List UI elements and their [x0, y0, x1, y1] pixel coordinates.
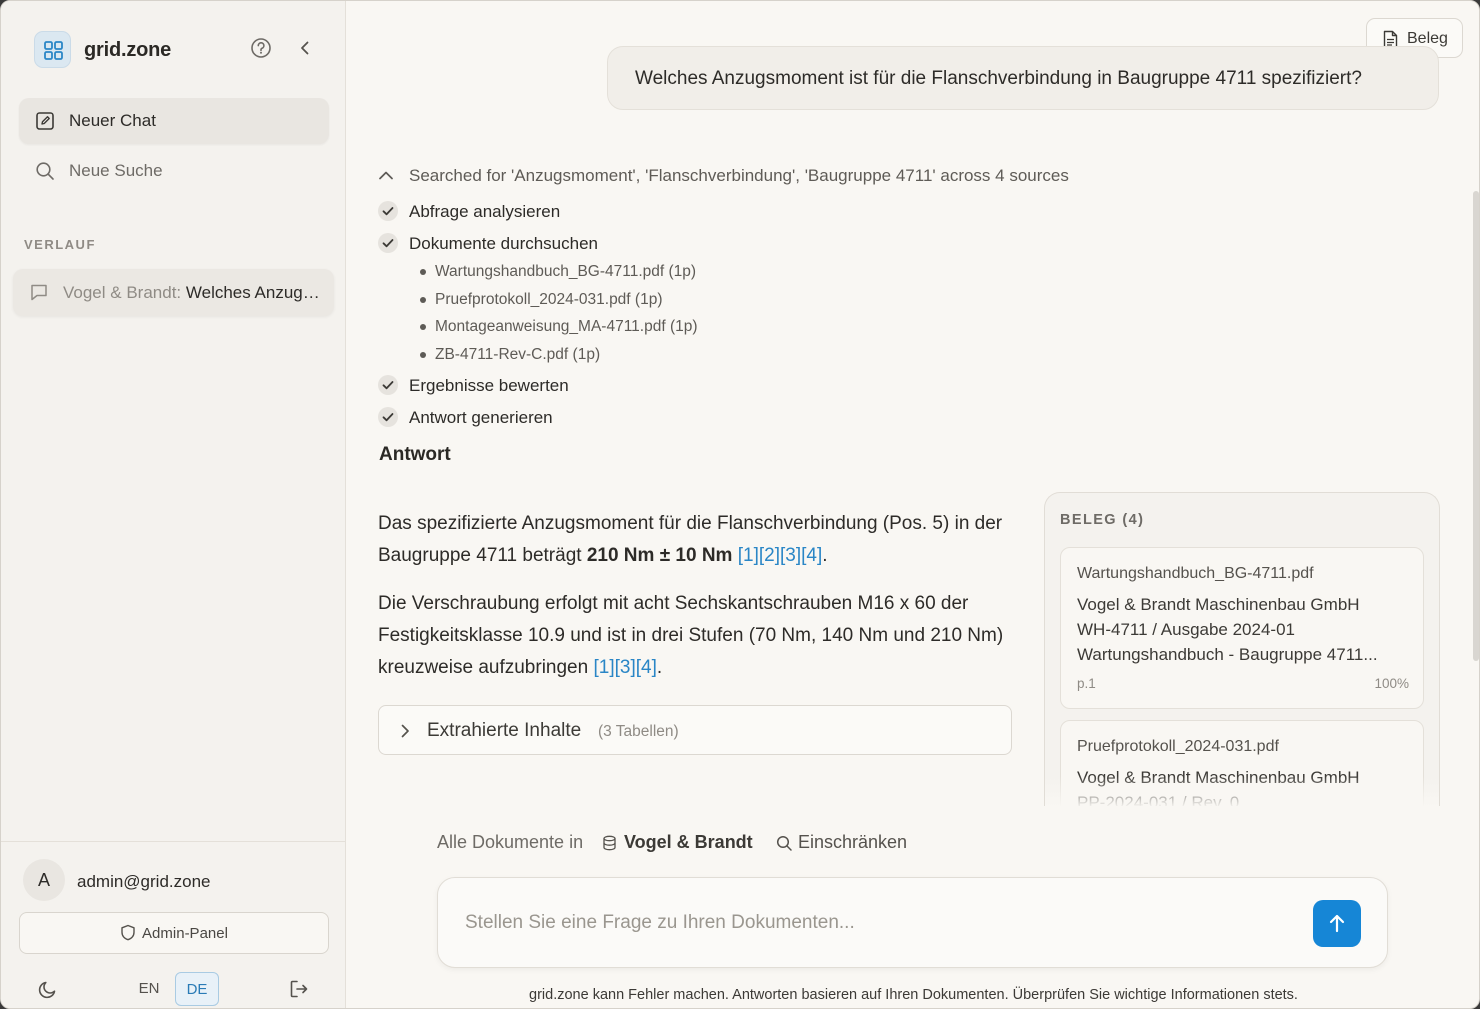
- excerpt-line: Vogel & Brandt Maschinenbau GmbH: [1077, 768, 1360, 787]
- new-search-label: Neue Suche: [69, 161, 163, 180]
- sidebar: grid.zone Neuer Chat Neue Suche VERLAUF …: [1, 1, 346, 1008]
- brand-name: grid.zone: [84, 39, 172, 61]
- source-file-name: Wartungshandbuch_BG-4711.pdf: [1077, 565, 1314, 582]
- list-item: Wartungshandbuch_BG-4711.pdf (1p): [420, 263, 698, 291]
- source-page: p.1: [1077, 676, 1096, 691]
- language-en-button[interactable]: EN: [127, 972, 171, 1006]
- language-de-button[interactable]: DE: [175, 972, 219, 1006]
- history-item[interactable]: Vogel & Brandt: Welches Anzugsmoment ist…: [13, 269, 334, 316]
- beleg-panel: BELEG (4) Wartungshandbuch_BG-4711.pdf V…: [1044, 492, 1440, 806]
- user-message-text: Welches Anzugsmoment ist für die Flansch…: [635, 68, 1362, 89]
- source-relevance: 100%: [1374, 676, 1409, 691]
- search-scope-bar: Alle Dokumente in Vogel & Brandt Einschr…: [437, 831, 1037, 855]
- user-message: Welches Anzugsmoment ist für die Flansch…: [607, 46, 1439, 110]
- source-excerpt: Vogel & Brandt Maschinenbau GmbH PP-2024…: [1077, 765, 1411, 806]
- excerpt-line: PP-2024-031 / Rev. 0: [1077, 793, 1240, 806]
- question-input[interactable]: [465, 908, 1285, 938]
- database-icon: [603, 835, 616, 851]
- search-icon: [35, 161, 55, 186]
- shield-icon: [121, 924, 135, 941]
- beleg-panel-title: BELEG (4): [1060, 512, 1145, 528]
- citation-links[interactable]: [1][3][4]: [593, 657, 656, 678]
- list-item: Pruefprotokoll_2024-031.pdf (1p): [420, 291, 698, 319]
- restrict-filter-label: Einschränken: [798, 832, 908, 852]
- answer-emphasis: 210 Nm ± 10 Nm: [586, 545, 733, 566]
- admin-panel-content: Admin-Panel: [20, 924, 328, 942]
- history-item-title: Welches Anzugsmoment ist für die Flansch…: [185, 283, 325, 302]
- dark-mode-moon-icon[interactable]: [37, 978, 59, 1000]
- excerpt-line: Wartungshandbuch - Baugruppe 4711...: [1077, 645, 1378, 664]
- extracted-content-count: (3 Tabellen): [598, 723, 679, 740]
- check-circle-icon: [378, 233, 398, 253]
- check-circle-icon: [378, 201, 398, 221]
- collapse-sidebar-chevron-left-icon[interactable]: [294, 37, 318, 61]
- source-card[interactable]: Wartungshandbuch_BG-4711.pdf Vogel & Bra…: [1060, 547, 1424, 709]
- step-label: Ergebnisse bewerten: [409, 376, 569, 395]
- history-section-label: VERLAUF: [24, 237, 96, 252]
- scrollbar[interactable]: [1473, 191, 1479, 661]
- step-label: Dokumente durchsuchen: [409, 234, 599, 253]
- admin-panel-button[interactable]: Admin-Panel: [19, 912, 329, 954]
- answer-paragraph: Die Verschraubung erfolgt mit acht Sechs…: [378, 588, 1008, 684]
- scope-prefix: Alle Dokumente in: [437, 832, 584, 852]
- admin-panel-label: Admin-Panel: [142, 925, 228, 942]
- citation-links[interactable]: [1][2][3][4]: [738, 545, 823, 566]
- search-summary-toggle[interactable]: Searched for 'Anzugsmoment', 'Flanschver…: [378, 165, 1178, 187]
- check-circle-icon: [378, 407, 398, 427]
- new-chat-button[interactable]: Neuer Chat: [19, 98, 329, 144]
- extracted-content-toggle[interactable]: Extrahierte Inhalte (3 Tabellen): [378, 705, 1012, 755]
- list-item: ZB-4711-Rev-C.pdf (1p): [420, 346, 698, 374]
- source-file-name: Pruefprotokoll_2024-031.pdf: [1077, 738, 1279, 755]
- message-composer: [437, 877, 1388, 968]
- send-button[interactable]: [1313, 900, 1361, 947]
- answer-heading: Antwort: [379, 444, 451, 465]
- source-excerpt: Vogel & Brandt Maschinenbau GmbH WH-4711…: [1077, 592, 1411, 667]
- list-item: Montageanweisung_MA-4711.pdf (1p): [420, 318, 698, 346]
- excerpt-line: Vogel & Brandt Maschinenbau GmbH: [1077, 595, 1360, 614]
- sidebar-footer: A admin@grid.zone Admin-Panel EN DE: [1, 841, 346, 1008]
- extracted-content-label: Extrahierte Inhalte: [427, 720, 582, 741]
- search-summary-text: Searched for 'Anzugsmoment', 'Flanschver…: [409, 166, 1069, 185]
- chat-main: Beleg Welches Anzugsmoment ist für die F…: [346, 1, 1479, 1008]
- avatar[interactable]: A: [23, 859, 65, 901]
- arrow-up-icon: [1329, 914, 1345, 933]
- excerpt-line: WH-4711 / Ausgabe 2024-01: [1077, 620, 1295, 639]
- step-label: Antwort generieren: [409, 408, 553, 427]
- answer-text: Die Verschraubung erfolgt mit acht Sechs…: [378, 593, 1004, 678]
- help-icon[interactable]: [250, 37, 274, 61]
- answer-text: .: [656, 657, 663, 678]
- chevron-up-icon: [379, 171, 393, 180]
- answer-paragraph: Das spezifizierte Anzugsmoment für die F…: [378, 508, 1008, 572]
- new-search-button[interactable]: Neue Suche: [19, 148, 329, 194]
- answer-text: .: [822, 545, 828, 566]
- history-item-collection: Vogel & Brandt:: [63, 283, 182, 302]
- searched-documents-list: Wartungshandbuch_BG-4711.pdf (1p) Pruefp…: [420, 263, 698, 373]
- footer-bar: EN DE: [1, 972, 346, 1008]
- step-label: Abfrage analysieren: [409, 202, 561, 221]
- new-chat-label: Neuer Chat: [69, 111, 156, 130]
- app-window: grid.zone Neuer Chat Neue Suche VERLAUF …: [0, 0, 1480, 1009]
- collection-name: Vogel & Brandt: [624, 832, 753, 852]
- source-card[interactable]: Pruefprotokoll_2024-031.pdf Vogel & Bran…: [1060, 720, 1424, 806]
- check-circle-icon: [378, 375, 398, 395]
- brand-row: grid.zone: [34, 31, 324, 69]
- disclaimer: grid.zone kann Fehler machen. Antworten …: [529, 987, 1298, 1003]
- chevron-right-icon: [401, 724, 409, 738]
- search-icon: [776, 835, 792, 851]
- chat-bubble-icon: [29, 282, 49, 307]
- user-email: admin@grid.zone: [77, 872, 211, 891]
- grid-logo-icon: [34, 31, 71, 68]
- logout-icon[interactable]: [288, 978, 310, 1000]
- edit-square-icon: [35, 111, 55, 136]
- history-item-text: Vogel & Brandt: Welches Anzugsmoment ist…: [63, 283, 325, 303]
